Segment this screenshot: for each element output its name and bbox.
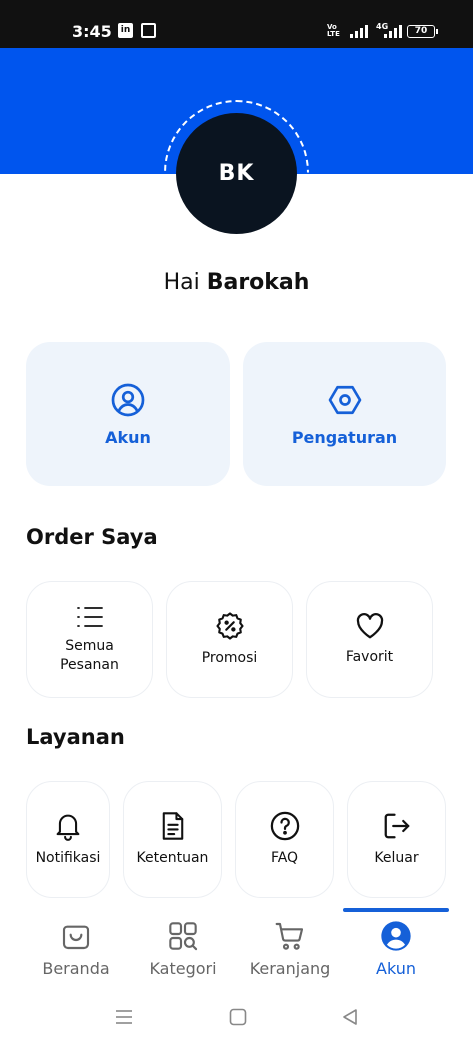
status-time: 3:45	[72, 22, 112, 41]
order-item-label: Semua Pesanan	[60, 637, 119, 673]
volte-icon: Vo LTE	[327, 23, 340, 38]
user-name: Barokah	[206, 270, 310, 295]
nav-item-label: Keranjang	[249, 959, 331, 978]
heart-icon	[356, 613, 383, 639]
service-item-keluar[interactable]: Keluar	[347, 781, 446, 898]
service-item-faq[interactable]: FAQ	[235, 781, 334, 898]
signal-strength-icon	[350, 25, 368, 38]
home-bag-icon	[62, 925, 90, 950]
bell-icon	[56, 814, 80, 841]
linkedin-notification-icon: in	[118, 23, 133, 38]
pengaturan-card[interactable]: Pengaturan	[243, 342, 446, 486]
status-bar: 3:45 in Vo LTE 4G 70	[0, 0, 473, 48]
service-item-ketentuan[interactable]: Ketentuan	[123, 781, 222, 898]
akun-card-label: Akun	[105, 427, 151, 447]
nav-item-akun[interactable]: Akun	[341, 920, 451, 978]
nav-item-label: Beranda	[42, 959, 110, 978]
pengaturan-card-label: Pengaturan	[291, 427, 398, 447]
service-item-label: Notifikasi	[35, 850, 101, 866]
service-item-label: FAQ	[270, 850, 299, 866]
nav-item-keranjang[interactable]: Keranjang	[235, 920, 345, 978]
akun-card[interactable]: Akun	[26, 342, 230, 486]
order-item-label: Promosi	[201, 650, 258, 666]
home-square-icon[interactable]	[229, 1008, 247, 1026]
services-section-title: Layanan	[26, 725, 125, 749]
logout-icon	[384, 813, 409, 839]
order-item-promosi[interactable]: Promosi	[166, 581, 293, 698]
outlook-notification-icon	[141, 23, 156, 38]
greeting-prefix: Hai	[163, 270, 200, 295]
greeting: Hai Barokah	[0, 270, 473, 295]
signal-strength-2-icon	[384, 25, 402, 38]
category-grid-icon	[169, 922, 198, 951]
nav-item-label: Akun	[376, 959, 416, 978]
order-item-semua-pesanan[interactable]: Semua Pesanan	[26, 581, 153, 698]
menu-icon[interactable]	[115, 1008, 133, 1026]
settings-hexagon-icon	[328, 385, 361, 414]
service-item-label: Ketentuan	[136, 850, 209, 866]
question-icon	[270, 811, 299, 841]
promo-badge-icon	[215, 612, 244, 640]
battery-icon: 70	[407, 25, 438, 38]
avatar[interactable]: BK	[176, 113, 297, 234]
user-circle-icon	[111, 383, 145, 416]
account-icon	[381, 921, 411, 951]
list-icon	[76, 606, 103, 627]
nav-item-kategori[interactable]: Kategori	[128, 920, 238, 978]
service-item-label: Keluar	[374, 850, 419, 866]
service-item-notifikasi[interactable]: Notifikasi	[26, 781, 110, 898]
order-item-favorit[interactable]: Favorit	[306, 581, 433, 698]
order-item-label: Favorit	[345, 649, 394, 665]
nav-item-label: Kategori	[149, 959, 217, 978]
document-icon	[162, 812, 183, 840]
cart-icon	[275, 922, 304, 950]
nav-item-beranda[interactable]: Beranda	[21, 920, 131, 978]
order-section-title: Order Saya	[26, 525, 158, 549]
nav-active-indicator	[343, 908, 449, 912]
back-triangle-icon[interactable]	[341, 1008, 359, 1026]
avatar-initials: BK	[218, 161, 255, 186]
